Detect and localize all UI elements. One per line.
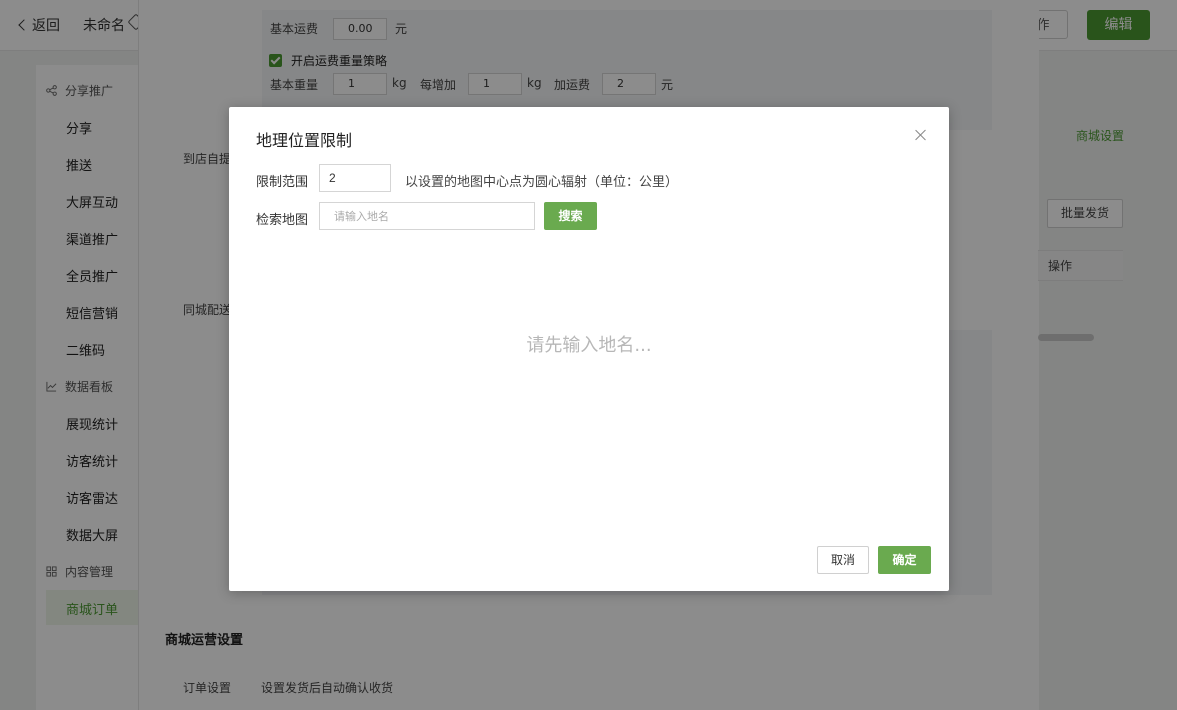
map-empty-placeholder: 请先输入地名... [526,335,652,356]
range-input[interactable] [319,164,391,192]
geo-limit-dialog: 地理位置限制 限制范围 以设置的地图中心点为圆心辐射（单位：公里） 检索地图 搜… [229,107,949,591]
dialog-title: 地理位置限制 [256,131,353,150]
search-map-label: 检索地图 [256,213,309,228]
cancel-button[interactable]: 取消 [817,546,869,574]
close-icon[interactable] [913,127,929,143]
range-label: 限制范围 [256,175,309,190]
confirm-button[interactable]: 确定 [878,546,931,574]
search-button[interactable]: 搜索 [544,202,597,230]
map-search-input[interactable] [319,202,535,230]
range-hint: 以设置的地图中心点为圆心辐射（单位：公里） [405,175,679,190]
